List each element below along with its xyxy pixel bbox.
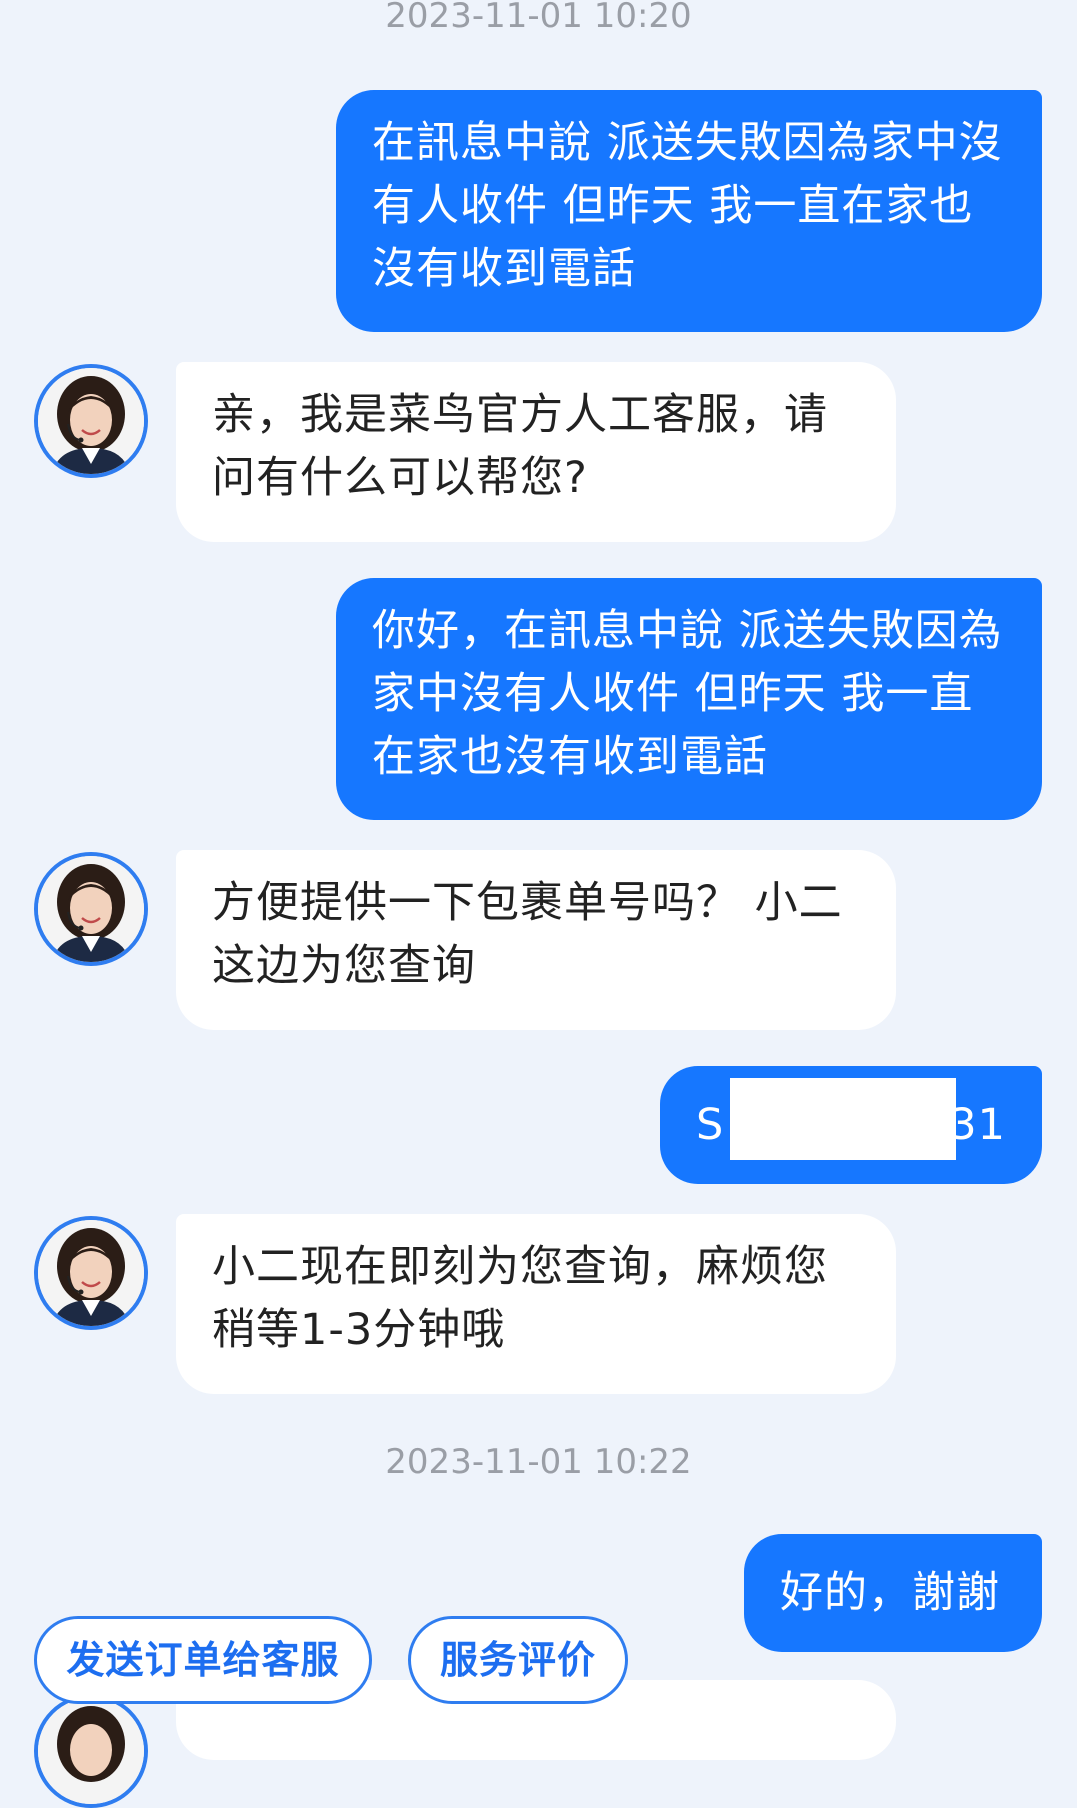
user-message-bubble[interactable]: 在訊息中說 派送失敗因為家中沒有人收件 但昨天 我一直在家也沒有收到電話 xyxy=(336,90,1042,332)
agent-avatar-icon[interactable] xyxy=(34,1694,148,1808)
agent-message-bubble[interactable]: 亲，我是菜鸟官方人工客服，请问有什么可以帮您? xyxy=(176,362,896,542)
redaction-box xyxy=(730,1078,956,1160)
agent-message-bubble[interactable]: 小二现在即刻为您查询，麻烦您稍等1-3分钟哦 xyxy=(176,1214,896,1394)
send-order-to-agent-button[interactable]: 发送订单给客服 xyxy=(34,1616,372,1704)
user-message-bubble[interactable]: 好的，謝謝 xyxy=(744,1534,1042,1652)
agent-avatar-icon[interactable] xyxy=(34,852,148,966)
message-timestamp: 2023-11-01 10:20 xyxy=(385,0,692,36)
message-timestamp: 2023-11-01 10:22 xyxy=(385,1442,692,1482)
user-message-bubble[interactable]: 你好，在訊息中說 派送失敗因為家中沒有人收件 但昨天 我一直在家也沒有收到電話 xyxy=(336,578,1042,820)
tracking-number-prefix: S xyxy=(696,1100,725,1150)
agent-message-bubble[interactable]: 方便提供一下包裹单号吗？ 小二这边为您查询 xyxy=(176,850,896,1030)
service-rating-button[interactable]: 服务评价 xyxy=(408,1616,628,1704)
tracking-number-suffix: 31 xyxy=(949,1100,1006,1150)
agent-avatar-icon[interactable] xyxy=(34,364,148,478)
agent-avatar-icon[interactable] xyxy=(34,1216,148,1330)
